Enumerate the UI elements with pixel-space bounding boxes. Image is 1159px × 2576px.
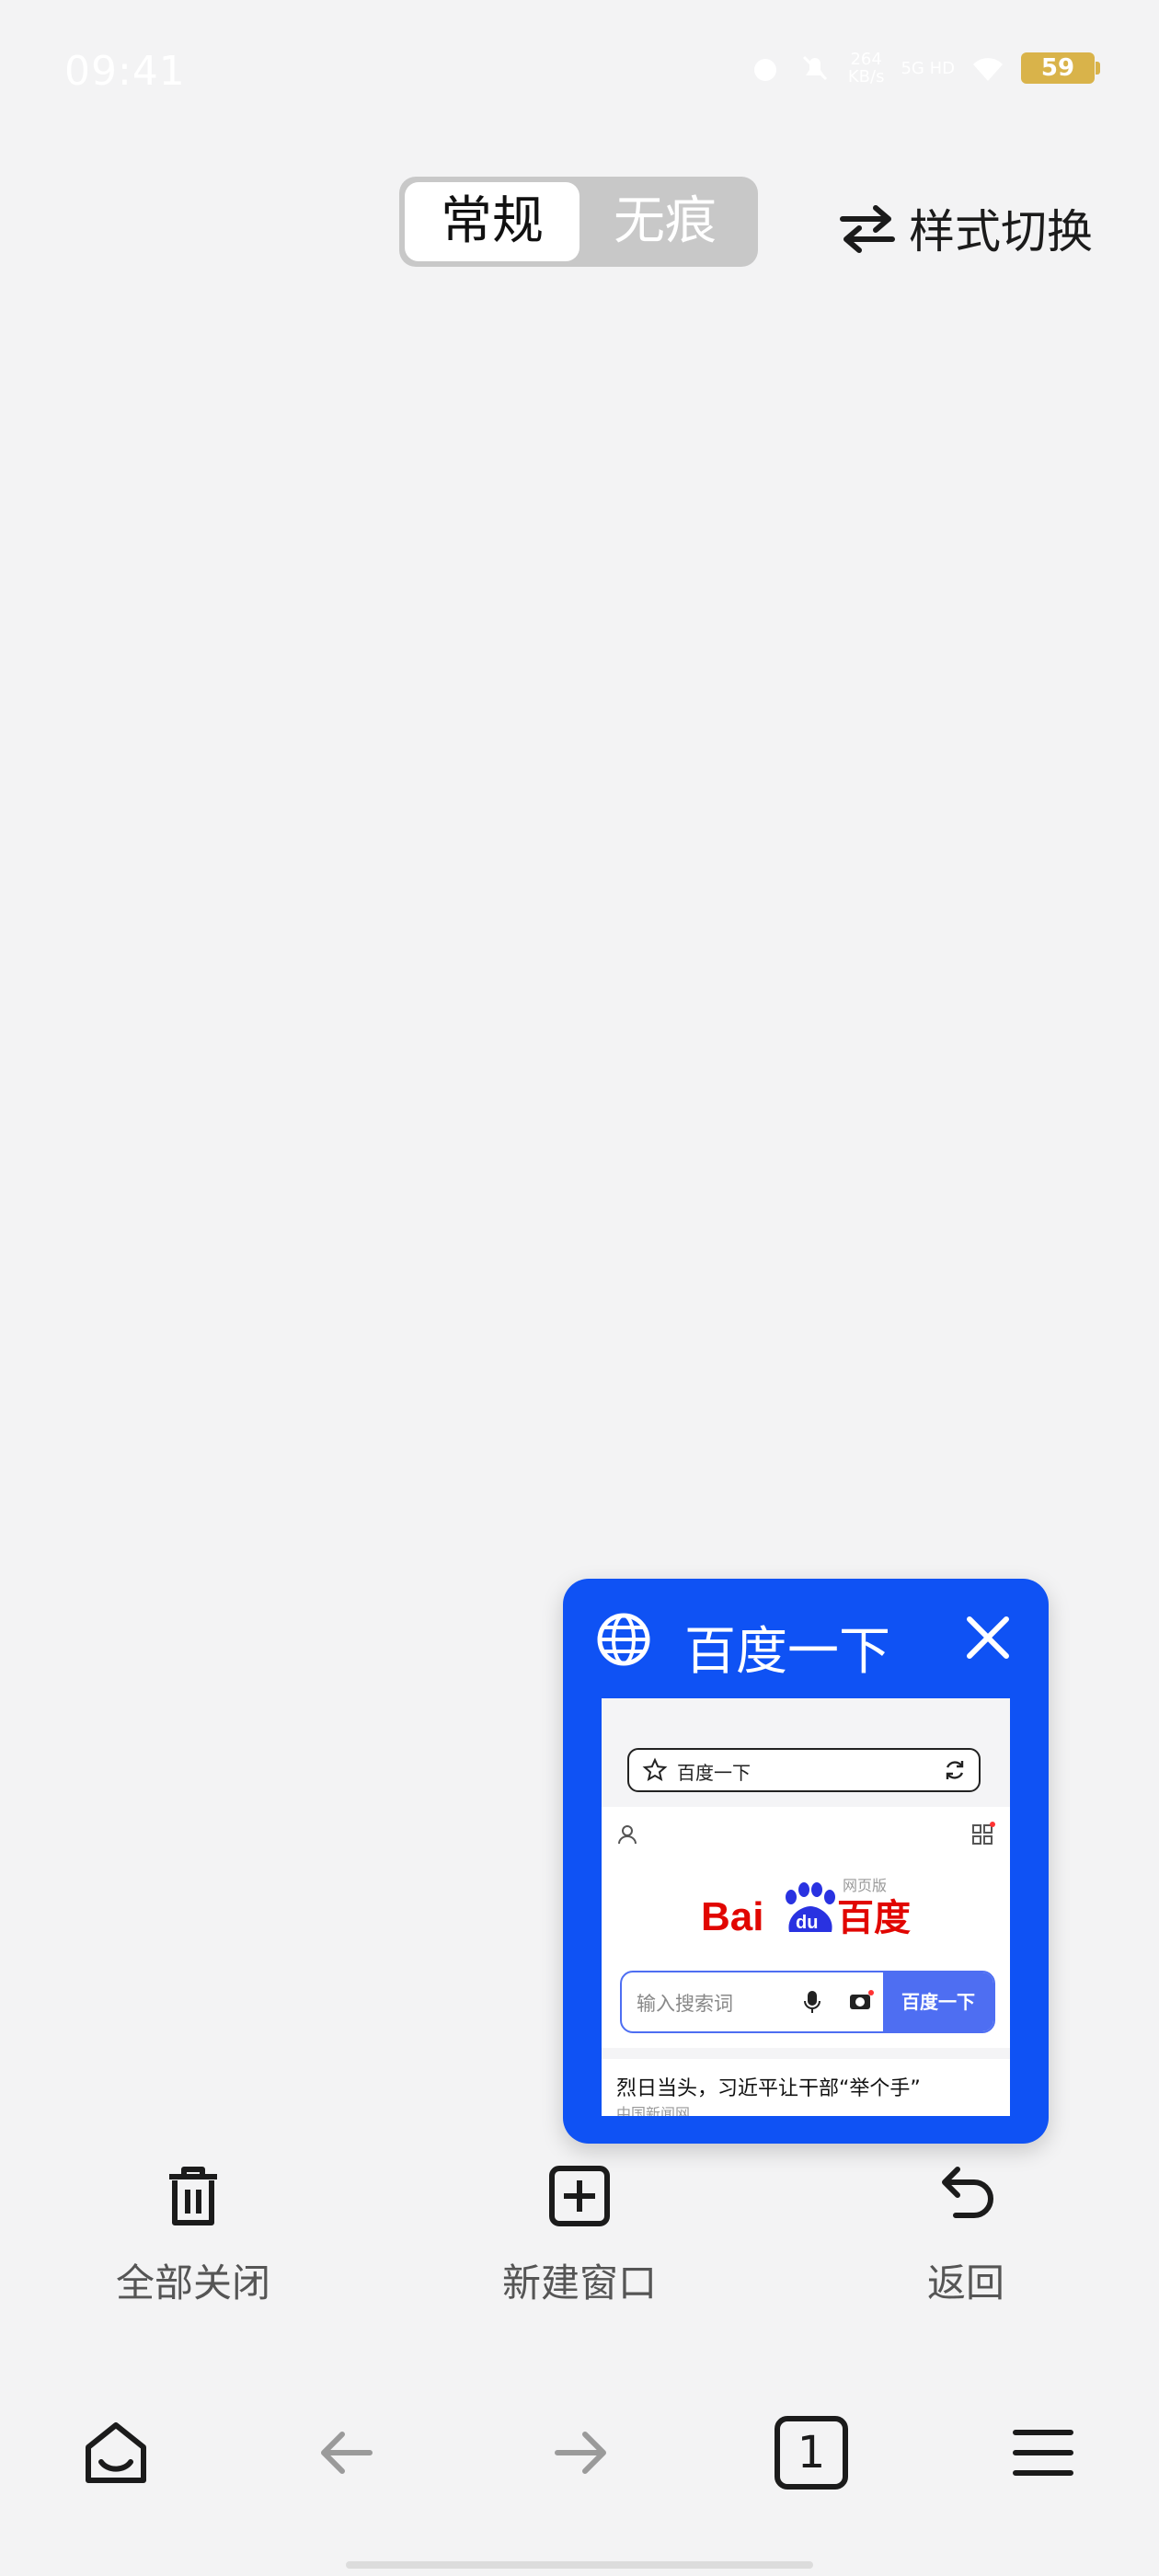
close-all-label: 全部关闭 — [115, 2260, 270, 2306]
preview-search-text: 百度一下 — [677, 1762, 751, 1784]
star-icon — [642, 1757, 668, 1782]
preview-news-title: 烈日当头，习近平让干部“举个手” — [616, 2077, 921, 2100]
close-all-button[interactable]: 全部关闭 — [83, 2164, 304, 2308]
status-bar: 09:41 264 KB/s 5G HD 59 — [0, 0, 1159, 138]
tab-card-title: 百度一下 — [684, 1622, 890, 1682]
battery-indicator: 59 — [1021, 52, 1100, 84]
wifi-icon — [973, 58, 1003, 81]
back-button[interactable]: 返回 — [855, 2164, 1076, 2308]
mode-switch: 常规 无痕 — [399, 177, 758, 267]
back-label: 返回 — [926, 2260, 1004, 2306]
preview-search-input: 输入搜索词 百度一下 — [620, 1971, 995, 2033]
tab-private[interactable]: 无痕 — [578, 182, 752, 261]
mute-icon — [802, 55, 827, 81]
web-version-label: 网页版 — [843, 1877, 888, 1894]
user-icon — [618, 1825, 637, 1845]
close-tab-icon[interactable] — [962, 1612, 1014, 1663]
net-speed: 264 KB/s — [847, 50, 885, 86]
style-switch-label: 样式切换 — [909, 205, 1093, 259]
globe-icon — [597, 1613, 650, 1666]
grid-apps-icon — [972, 1822, 995, 1845]
tab-normal[interactable]: 常规 — [405, 182, 580, 261]
preview-search-button: 百度一下 — [883, 1972, 993, 2031]
preview-search-bar: 百度一下 — [627, 1748, 981, 1792]
swap-arrows-icon — [840, 205, 895, 253]
signal-icon: 5G HD — [901, 58, 955, 78]
style-switch-button[interactable]: 样式切换 — [839, 195, 1093, 261]
tab-count-button[interactable]: 1 — [775, 2416, 848, 2490]
add-square-icon — [549, 2166, 610, 2226]
svg-text:du: du — [796, 1913, 818, 1933]
tab-card[interactable]: 百度一下 百度一下 Bai du 百度 网页版 输入搜索词 百度一下 烈日当头，… — [563, 1579, 1049, 2144]
tab-preview[interactable]: 百度一下 Bai du 百度 网页版 输入搜索词 百度一下 烈日当头，习近平让干… — [602, 1698, 1010, 2116]
preview-page: Bai du 百度 网页版 输入搜索词 百度一下 — [602, 1807, 1010, 2048]
preview-news-source: 中国新闻网 — [616, 2105, 691, 2116]
nav-back-arrow-icon[interactable] — [309, 2416, 383, 2490]
preview-placeholder: 输入搜索词 — [637, 1993, 733, 2015]
preview-news-item: 烈日当头，习近平让干部“举个手” 中国新闻网 — [602, 2059, 1010, 2116]
menu-icon[interactable] — [1006, 2416, 1080, 2490]
camera-icon — [850, 1990, 874, 2009]
nav-forward-arrow-icon[interactable] — [545, 2416, 618, 2490]
undo-icon — [942, 2167, 993, 2218]
trash-icon — [169, 2167, 217, 2225]
alarm-icon — [753, 59, 776, 81]
microphone-icon — [804, 1991, 820, 2013]
new-window-button[interactable]: 新建窗口 — [469, 2164, 690, 2308]
gesture-handle — [346, 2561, 813, 2569]
home-icon[interactable] — [79, 2416, 153, 2490]
refresh-icon — [946, 1761, 964, 1779]
svg-text:Bai: Bai — [701, 1894, 763, 1939]
svg-text:百度: 百度 — [837, 1897, 911, 1939]
status-time: 09:41 — [64, 48, 186, 95]
tab-card-header: 百度一下 — [563, 1579, 1049, 1698]
baidu-logo: Bai du 百度 — [701, 1882, 911, 1939]
new-window-label: 新建窗口 — [501, 2260, 657, 2306]
status-icons: 264 KB/s 5G HD 59 — [749, 50, 1100, 86]
